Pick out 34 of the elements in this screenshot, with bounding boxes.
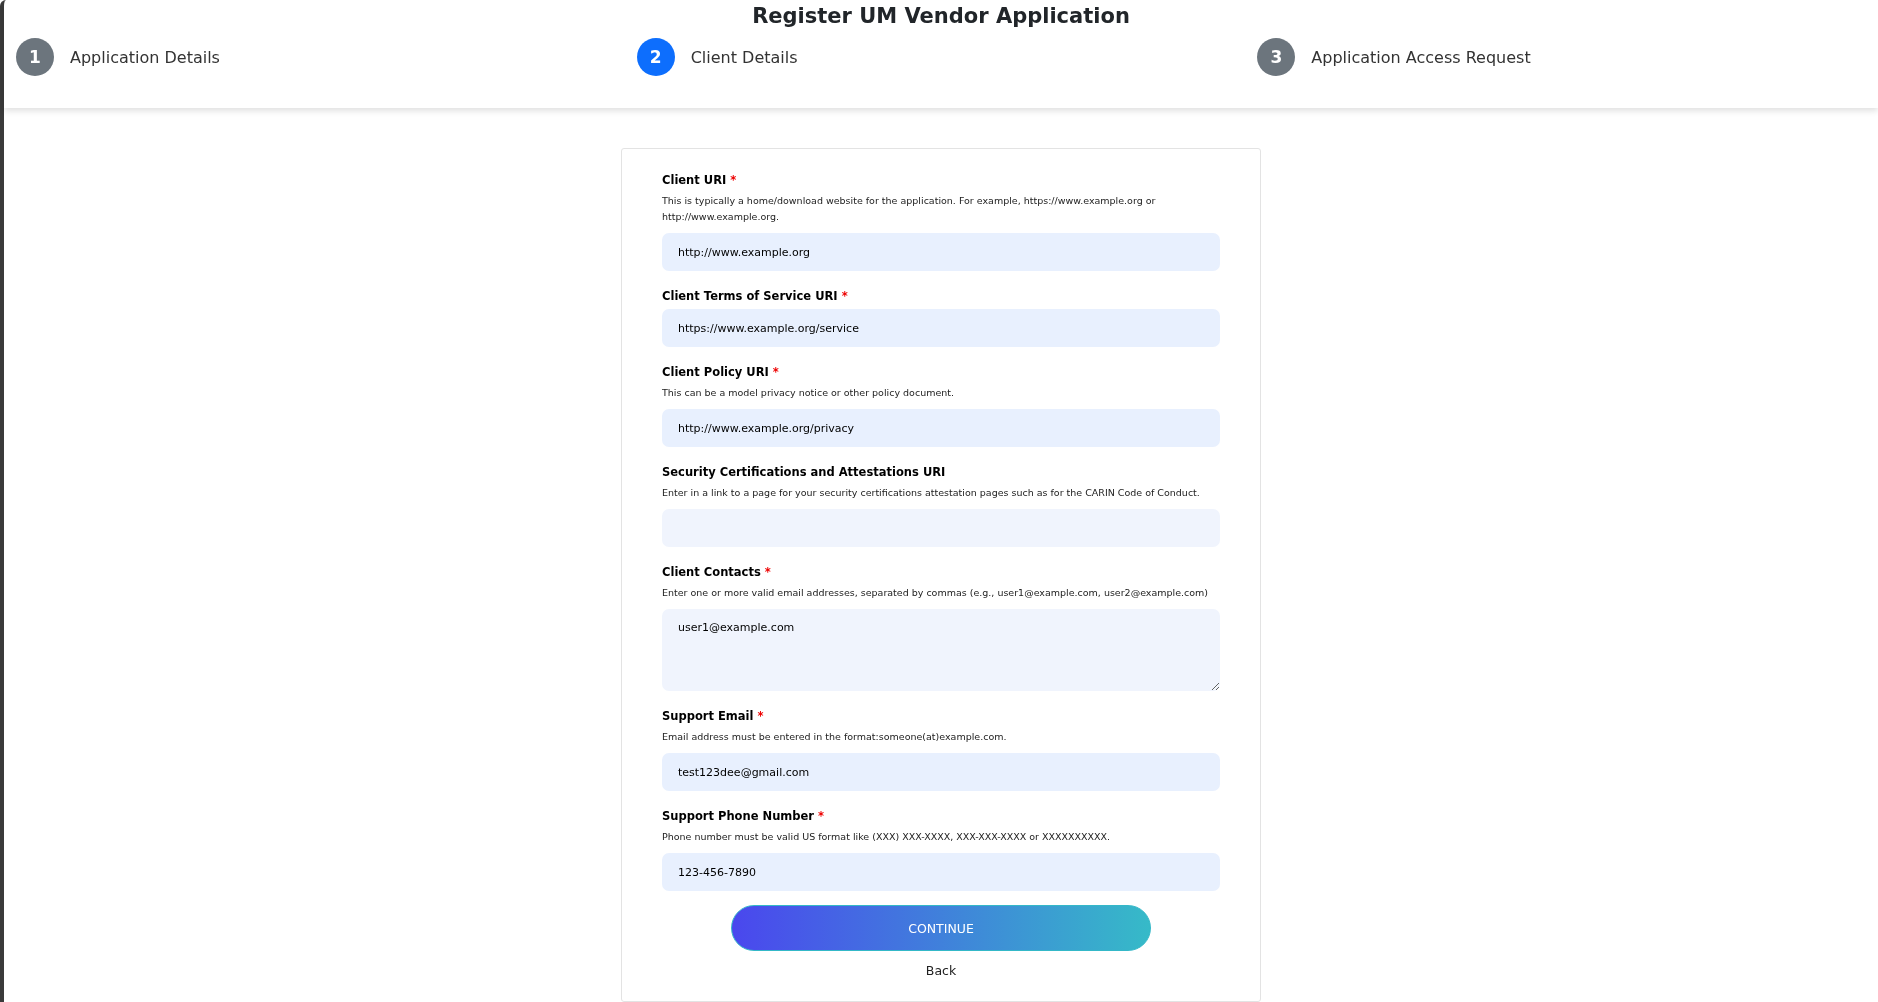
step-number: 1: [16, 38, 54, 76]
step-label: Client Details: [690, 47, 798, 67]
field-label: Client Policy URI *: [662, 365, 780, 379]
continue-button[interactable]: CONTINUE: [731, 905, 1151, 951]
field-label: Client Contacts *: [662, 565, 772, 579]
required-mark: *: [818, 809, 825, 823]
input-field[interactable]: http://www.example.org: [662, 233, 1220, 271]
input-field[interactable]: http://www.example.org/privacy: [662, 409, 1220, 447]
field-label: Support Phone Number *: [662, 809, 826, 823]
help-text: Email address must be entered in the format:someone(at)example.com.: [662, 730, 1008, 744]
step-label: Application Access Request: [1311, 47, 1531, 67]
field-label: Client URI *: [662, 173, 738, 187]
required-mark: *: [841, 289, 848, 303]
required-mark: *: [730, 173, 737, 187]
help-text: Enter one or more valid email addresses, separated by commas (e.g., user1@example.com, user2@example.com): [662, 586, 1210, 600]
help-text: This is typically a home/download website for the application. For example, https://www.example.org or http://www.example.org.: [662, 194, 1157, 224]
field-label: Client Terms of Service URI *: [662, 289, 849, 303]
text-area[interactable]: user1@example.com: [662, 609, 1220, 691]
required-mark: *: [772, 365, 779, 379]
input-field[interactable]: test123dee@gmail.com: [662, 753, 1220, 791]
required-mark: *: [757, 709, 764, 723]
back-link[interactable]: Back: [925, 963, 957, 978]
help-text: This can be a model privacy notice or other policy document.: [662, 386, 956, 400]
help-text: Enter in a link to a page for your security certifications attestation pages such as for the CARIN Code of Conduct.: [662, 486, 1201, 500]
help-text: Phone number must be valid US format like (XXX) XXX-XXXX, XXX-XXX-XXXX or XXXXXXXXXX.: [662, 830, 1112, 844]
step-number: 3: [1257, 38, 1296, 76]
field-label: Security Certifications and Attestations URI: [662, 465, 947, 479]
field-label: Support Email *: [662, 709, 765, 723]
input-field[interactable]: https://www.example.org/service: [662, 309, 1220, 347]
step-label: Application Details: [70, 47, 220, 67]
page-title: Register UM Vendor Application: [752, 4, 1130, 28]
required-mark: *: [764, 565, 771, 579]
input-field[interactable]: 123-456-7890: [662, 853, 1220, 891]
step-number: 2: [636, 38, 675, 76]
